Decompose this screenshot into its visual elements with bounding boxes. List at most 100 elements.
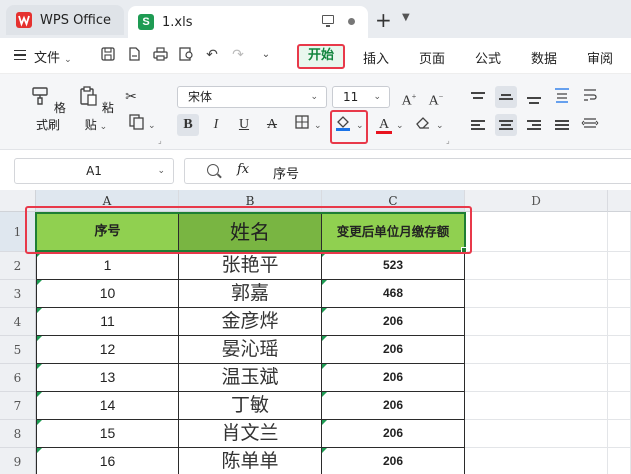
table-cell[interactable]: 15	[36, 420, 179, 448]
row-header[interactable]: 5	[0, 336, 36, 364]
hamburger-menu-icon[interactable]	[14, 50, 26, 60]
align-middle-icon[interactable]	[495, 86, 517, 108]
fill-handle[interactable]	[461, 247, 467, 253]
unsaved-dot-icon[interactable]	[348, 18, 355, 25]
monitor-icon[interactable]	[322, 15, 334, 27]
tab-formula[interactable]: 公式	[475, 48, 501, 67]
print-icon[interactable]	[152, 47, 168, 63]
new-tab-plus-icon[interactable]: +	[375, 8, 392, 32]
chevron-down-icon[interactable]: ⌄	[148, 121, 156, 131]
row-header[interactable]: 1	[0, 212, 36, 252]
tab-page[interactable]: 页面	[419, 48, 445, 67]
copy-icon[interactable]	[124, 114, 150, 136]
header-cell-seq[interactable]: 序号	[36, 212, 179, 252]
empty-cell[interactable]	[608, 364, 631, 392]
border-icon[interactable]	[291, 114, 313, 136]
row-header[interactable]: 7	[0, 392, 36, 420]
name-box[interactable]: A1 ⌄	[14, 158, 174, 184]
formula-input[interactable]: fx 序号	[184, 158, 631, 184]
justify-icon[interactable]	[551, 114, 573, 136]
decrease-font-button[interactable]: A−	[425, 86, 447, 109]
tab-insert[interactable]: 插入	[363, 48, 389, 67]
spreadsheet-grid[interactable]: A B C D 1 2 3 4 5 6 7 8 9 序号 姓名 变更后单位月缴存…	[0, 190, 631, 474]
empty-cell[interactable]	[608, 212, 631, 252]
empty-cell[interactable]	[465, 280, 608, 308]
save-icon[interactable]	[100, 47, 116, 63]
column-header-c[interactable]: C	[322, 190, 465, 212]
table-cell[interactable]: 1	[36, 252, 179, 280]
tab-data[interactable]: 数据	[531, 48, 557, 67]
text-direction-icon[interactable]	[551, 86, 573, 108]
cut-icon[interactable]: ✂	[120, 86, 142, 108]
font-size-select[interactable]: 11 ⌄	[332, 86, 390, 108]
underline-button[interactable]: U	[233, 114, 255, 136]
empty-cell[interactable]	[465, 448, 608, 474]
row-header[interactable]: 8	[0, 420, 36, 448]
empty-cell[interactable]	[608, 448, 631, 474]
table-cell[interactable]: 肖文兰	[179, 420, 322, 448]
export-pdf-icon[interactable]	[126, 47, 142, 63]
header-cell-name[interactable]: 姓名	[179, 212, 322, 252]
function-icon[interactable]: fx	[237, 162, 249, 177]
table-cell[interactable]: 206	[322, 448, 465, 474]
print-preview-icon[interactable]	[178, 47, 194, 63]
chevron-down-icon[interactable]: ⌄	[356, 121, 364, 131]
wrap-text-icon[interactable]	[579, 86, 601, 108]
column-header-e[interactable]	[608, 190, 631, 212]
table-cell[interactable]: 丁敏	[179, 392, 322, 420]
undo-icon[interactable]: ↶	[204, 47, 220, 63]
strikethrough-button[interactable]: A	[261, 114, 283, 136]
chevron-down-icon[interactable]: ⌄	[396, 121, 404, 131]
table-cell[interactable]: 13	[36, 364, 179, 392]
header-cell-amount[interactable]: 变更后单位月缴存额	[322, 212, 465, 252]
empty-cell[interactable]	[465, 420, 608, 448]
table-cell[interactable]: 14	[36, 392, 179, 420]
row-header[interactable]: 3	[0, 280, 36, 308]
table-cell[interactable]: 温玉斌	[179, 364, 322, 392]
eraser-icon[interactable]	[412, 114, 434, 136]
table-cell[interactable]: 206	[322, 336, 465, 364]
row-header[interactable]: 6	[0, 364, 36, 392]
fill-color-button[interactable]	[332, 114, 354, 136]
empty-cell[interactable]	[465, 392, 608, 420]
distributed-align-icon[interactable]	[579, 114, 601, 136]
table-cell[interactable]: 11	[36, 308, 179, 336]
column-header-a[interactable]: A	[36, 190, 179, 212]
chevron-down-icon[interactable]: ⌄	[436, 121, 444, 131]
table-cell[interactable]: 206	[322, 420, 465, 448]
table-cell[interactable]: 468	[322, 280, 465, 308]
zoom-icon[interactable]	[207, 164, 219, 176]
font-name-select[interactable]: 宋体 ⌄	[177, 86, 327, 108]
row-header[interactable]: 2	[0, 252, 36, 280]
menu-file[interactable]: 文件 ⌄	[34, 47, 72, 66]
table-cell[interactable]: 郭嘉	[179, 280, 322, 308]
table-cell[interactable]: 16	[36, 448, 179, 474]
dialog-launcher-icon[interactable]: ⌟	[158, 136, 162, 145]
tab-file[interactable]: S 1.xls	[128, 6, 368, 38]
column-header-d[interactable]: D	[465, 190, 608, 212]
row-header[interactable]: 9	[0, 448, 36, 474]
empty-cell[interactable]	[465, 308, 608, 336]
empty-cell[interactable]	[465, 364, 608, 392]
empty-cell[interactable]	[465, 252, 608, 280]
table-cell[interactable]: 金彦烨	[179, 308, 322, 336]
bold-button[interactable]: B	[177, 114, 199, 136]
italic-button[interactable]: I	[205, 114, 227, 136]
tab-wps-office[interactable]: WPS Office	[6, 5, 124, 35]
table-cell[interactable]: 张艳平	[179, 252, 322, 280]
tab-review[interactable]: 审阅	[587, 48, 613, 67]
table-cell[interactable]: 206	[322, 308, 465, 336]
empty-cell[interactable]	[608, 392, 631, 420]
align-top-icon[interactable]	[467, 86, 489, 108]
dialog-launcher-icon[interactable]: ⌟	[446, 136, 450, 145]
table-cell[interactable]: 206	[322, 392, 465, 420]
chevron-down-icon[interactable]: ▼	[402, 12, 410, 23]
row-header[interactable]: 4	[0, 308, 36, 336]
align-bottom-icon[interactable]	[523, 86, 545, 108]
align-center-icon[interactable]	[495, 114, 517, 136]
empty-cell[interactable]	[608, 280, 631, 308]
empty-cell[interactable]	[465, 212, 608, 252]
table-cell[interactable]: 晏沁瑶	[179, 336, 322, 364]
table-cell[interactable]: 陈单单	[179, 448, 322, 474]
align-left-icon[interactable]	[467, 114, 489, 136]
